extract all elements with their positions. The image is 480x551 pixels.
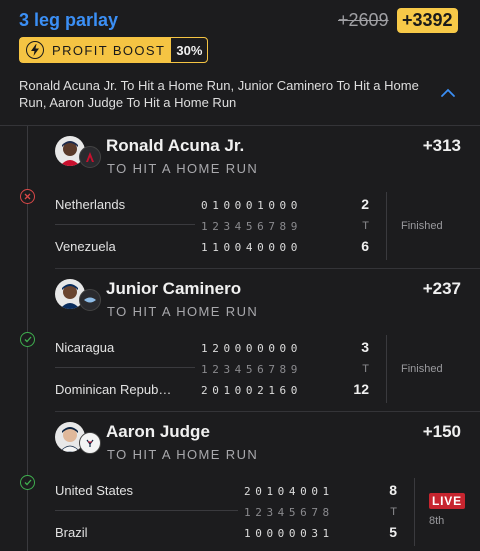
parlay-description: Ronald Acuna Jr. To Hit a Home Run, Juni… <box>19 78 419 110</box>
won-check-icon <box>20 332 35 347</box>
prop-type: TO HIT A HOME RUN <box>107 304 259 319</box>
leg-odds: +237 <box>422 279 461 298</box>
parlay-header[interactable]: 3 leg parlay +2609 +3392 PROFIT BOOST 30… <box>0 0 480 126</box>
home-total: 5 <box>389 524 397 540</box>
divider <box>55 367 195 368</box>
divider <box>414 478 415 546</box>
home-team: Brazil <box>55 525 88 540</box>
total-header: T <box>362 220 369 232</box>
parlay-title: 3 leg parlay <box>19 10 119 30</box>
player-name: Aaron Judge <box>106 422 210 441</box>
parlay-leg[interactable]: Aaron Judge TO HIT A HOME RUN +150 Unite… <box>55 412 480 551</box>
away-inning-scores: 010001000 <box>201 199 303 212</box>
lost-x-icon <box>20 189 35 204</box>
braves-logo-icon <box>79 146 101 168</box>
player-name: Junior Caminero <box>106 279 242 298</box>
lightning-bolt-icon <box>26 41 44 59</box>
leg-odds: +150 <box>422 422 461 441</box>
away-total: 8 <box>389 482 397 498</box>
divider <box>55 224 195 225</box>
away-team: Nicaragua <box>55 340 115 355</box>
prop-type: TO HIT A HOME RUN <box>107 161 259 176</box>
current-inning: 8th <box>429 515 445 527</box>
chevron-up-icon[interactable] <box>440 86 456 98</box>
inning-numbers: 12345678 <box>244 506 334 519</box>
away-inning-scores: 20104001 <box>244 485 334 498</box>
original-odds: +2609 <box>338 10 389 30</box>
inning-numbers: 123456789 <box>201 363 303 376</box>
inning-numbers: 123456789 <box>201 220 303 233</box>
home-total: 12 <box>353 381 369 397</box>
away-team: Netherlands <box>55 197 126 212</box>
away-total: 2 <box>361 196 369 212</box>
away-inning-scores: 120000000 <box>201 342 303 355</box>
game-status: Finished <box>401 363 443 375</box>
player-name: Ronald Acuna Jr. <box>106 136 245 155</box>
total-header: T <box>390 506 397 518</box>
profit-boost-badge: PROFIT BOOST 30% <box>19 37 209 63</box>
leg-odds: +313 <box>422 136 461 155</box>
total-header: T <box>362 363 369 375</box>
parlay-leg[interactable]: Junior Caminero TO HIT A HOME RUN +237 N… <box>55 269 480 412</box>
home-inning-scores: 201002160 <box>201 384 303 397</box>
game-status: Finished <box>401 220 443 232</box>
home-team: Dominican Repub… <box>55 382 172 397</box>
home-inning-scores: 110040000 <box>201 241 303 254</box>
home-inning-scores: 10000031 <box>244 527 334 540</box>
boost-label: PROFIT BOOST <box>52 42 166 58</box>
yankees-logo-icon <box>79 432 101 454</box>
home-team: Venezuela <box>55 239 116 254</box>
divider <box>386 335 387 403</box>
boost-percentage: 30% <box>176 42 203 58</box>
rays-logo-icon <box>79 289 101 311</box>
live-badge: LIVE <box>429 493 465 509</box>
away-team: United States <box>55 483 134 498</box>
away-total: 3 <box>361 339 369 355</box>
parlay-leg[interactable]: Ronald Acuna Jr. TO HIT A HOME RUN +313 … <box>55 126 480 269</box>
divider <box>386 192 387 260</box>
divider <box>55 510 238 511</box>
boosted-odds: +3392 <box>397 8 458 33</box>
home-total: 6 <box>361 238 369 254</box>
prop-type: TO HIT A HOME RUN <box>107 447 259 462</box>
won-check-icon <box>20 475 35 490</box>
